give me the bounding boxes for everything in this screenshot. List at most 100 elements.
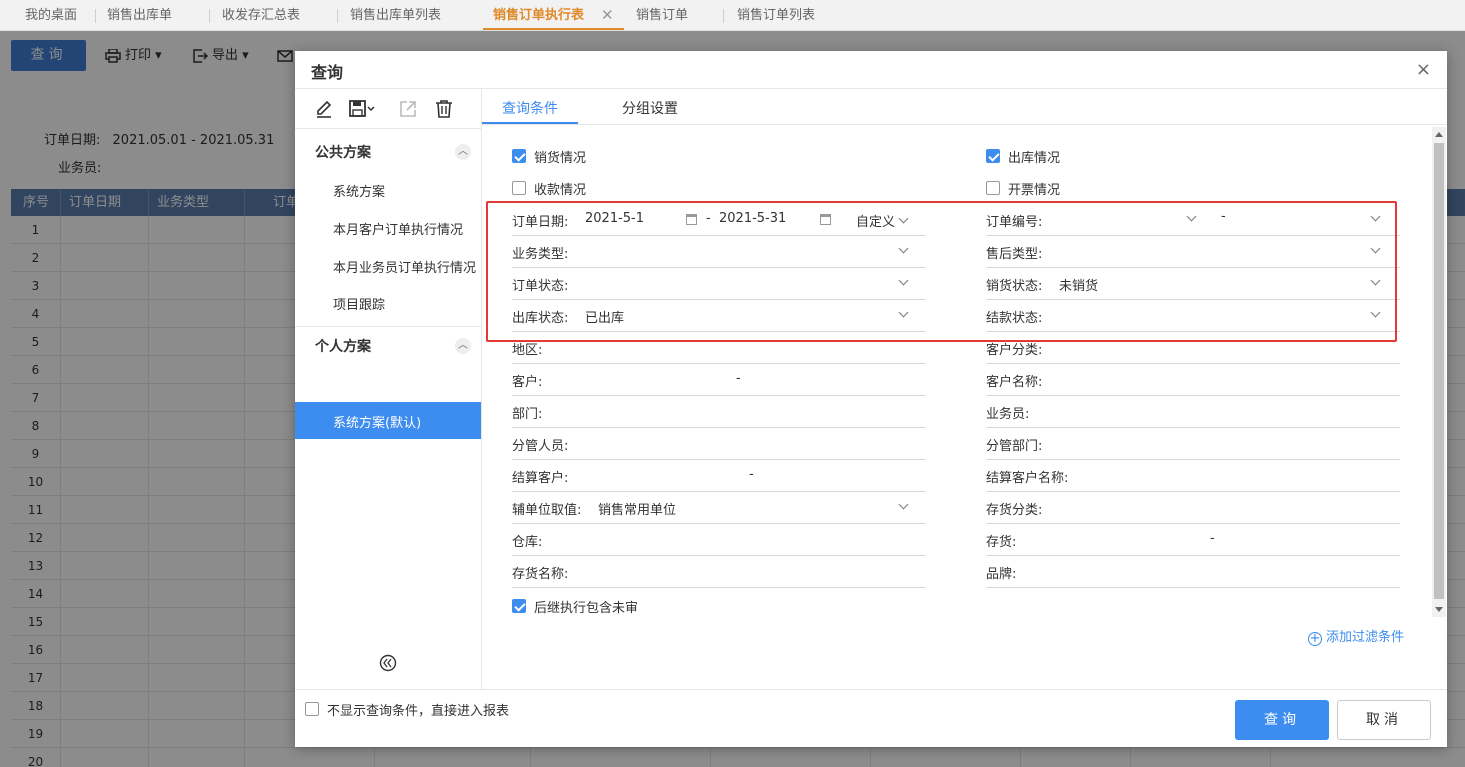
chevron-down-icon[interactable] xyxy=(898,307,909,318)
salesperson-label: 业务员: xyxy=(986,407,1030,422)
outbound-checkbox[interactable] xyxy=(986,149,1000,163)
trash-icon[interactable] xyxy=(433,98,455,120)
close-icon[interactable]: × xyxy=(1416,59,1431,80)
scheme-item[interactable]: 项目跟踪 xyxy=(333,294,385,313)
dialog-header: 查询 × xyxy=(295,51,1447,89)
settle-customer-name-field[interactable]: 结算客户名称: xyxy=(986,460,1400,492)
scrollbar[interactable] xyxy=(1432,127,1446,617)
aux-unit-field[interactable]: 辅单位取值: 销售常用单位 xyxy=(512,492,926,524)
chevron-down-icon[interactable] xyxy=(898,499,909,510)
tab-desktop[interactable]: 我的桌面 xyxy=(25,0,77,31)
tab-inventory-summary[interactable]: 收发存汇总表 xyxy=(222,0,300,31)
close-icon[interactable]: ✕ xyxy=(601,0,614,31)
tab-sales-order-execution[interactable]: 销售订单执行表 ✕ xyxy=(483,0,624,30)
salesperson-field[interactable]: 业务员: xyxy=(986,396,1400,428)
stock-name-label: 存货名称: xyxy=(512,567,569,582)
tab-query-conditions[interactable]: 查询条件 xyxy=(502,98,558,118)
plus-circle-icon: + xyxy=(1308,631,1322,646)
customer-name-field[interactable]: 客户名称: xyxy=(986,364,1400,396)
tab-sales-outbound-list[interactable]: 销售出库单列表 xyxy=(350,0,441,31)
chevron-up-icon[interactable]: ︿ xyxy=(455,338,471,354)
order-date-to-input[interactable]: 2021-5-31 xyxy=(719,211,786,226)
add-filter-button[interactable]: + 添加过滤条件 xyxy=(1308,626,1404,646)
date-range-dash: - xyxy=(706,211,711,226)
tab-separator xyxy=(95,9,96,23)
chevron-down-icon[interactable] xyxy=(1186,211,1197,222)
order-no-field: 订单编号: - xyxy=(986,204,1400,236)
calendar-icon[interactable] xyxy=(820,214,831,225)
conditions-panel: 查询条件 分组设置 销货情况 出库情况 收款情况 开票情况 订单日期: 2021… xyxy=(482,89,1447,689)
scrollbar-thumb[interactable] xyxy=(1434,143,1444,599)
order-status-label: 订单状态: xyxy=(512,279,569,294)
skip-conditions-checkbox[interactable] xyxy=(305,702,319,716)
department-field[interactable]: 部门: xyxy=(512,396,926,428)
receipts-checkbox[interactable] xyxy=(512,181,526,195)
sales-checkbox[interactable] xyxy=(512,149,526,163)
outbound-status-field[interactable]: 出库状态: 已出库 xyxy=(512,300,926,332)
order-status-field[interactable]: 订单状态: xyxy=(512,268,926,300)
scheme-item[interactable]: 本月业务员订单执行情况 xyxy=(333,257,476,276)
tab-sales-order-list[interactable]: 销售订单列表 xyxy=(737,0,815,31)
order-no-label: 订单编号: xyxy=(986,215,1043,230)
order-date-field: 订单日期: 2021-5-1 - 2021-5-31 自定义 xyxy=(512,204,926,236)
stock-label: 存货: xyxy=(986,535,1017,550)
chevron-down-icon[interactable] xyxy=(898,213,909,224)
order-date-from-input[interactable]: 2021-5-1 xyxy=(585,211,644,226)
brand-field[interactable]: 品牌: xyxy=(986,556,1400,588)
skip-conditions-label: 不显示查询条件，直接进入报表 xyxy=(327,704,510,719)
chevron-up-icon[interactable]: ︿ xyxy=(455,144,471,160)
calendar-icon[interactable] xyxy=(686,214,697,225)
chevron-down-icon[interactable] xyxy=(898,243,909,254)
dialog-title: 查询 xyxy=(311,63,344,82)
settle-customer-field[interactable]: 结算客户: - xyxy=(512,460,926,492)
collapse-left-icon[interactable] xyxy=(379,654,397,672)
stock-category-field[interactable]: 存货分类: xyxy=(986,492,1400,524)
include-unreviewed-checkbox[interactable] xyxy=(512,599,526,613)
scheme-item[interactable]: 本月客户订单执行情况 xyxy=(333,219,463,238)
divider xyxy=(295,326,481,327)
sales-status-field[interactable]: 销货状态: 未销货 xyxy=(986,268,1400,300)
share-icon[interactable] xyxy=(397,98,419,120)
include-unreviewed-label: 后继执行包含未审 xyxy=(534,601,639,616)
chevron-down-icon[interactable] xyxy=(1370,307,1381,318)
scheme-item[interactable]: 系统方案 xyxy=(333,181,385,200)
scroll-up-arrow[interactable] xyxy=(1435,132,1443,137)
active-tab-indicator xyxy=(482,122,578,124)
tab-grouping-settings[interactable]: 分组设置 xyxy=(622,98,678,118)
warehouse-field[interactable]: 仓库: xyxy=(512,524,926,556)
scheme-item-selected[interactable]: 系统方案(默认) xyxy=(295,402,481,439)
business-type-field[interactable]: 业务类型: xyxy=(512,236,926,268)
edit-icon[interactable] xyxy=(313,98,335,120)
customer-field[interactable]: 客户: - xyxy=(512,364,926,396)
business-type-label: 业务类型: xyxy=(512,247,569,262)
aux-unit-value: 销售常用单位 xyxy=(598,503,677,518)
aftersale-type-field[interactable]: 售后类型: xyxy=(986,236,1400,268)
range-dash: - xyxy=(1210,531,1215,546)
warehouse-label: 仓库: xyxy=(512,535,543,550)
invoice-checkbox[interactable] xyxy=(986,181,1000,195)
sales-status-value: 未销货 xyxy=(1059,279,1099,294)
customer-category-field[interactable]: 客户分类: xyxy=(986,332,1400,364)
tab-sales-order[interactable]: 销售订单 xyxy=(636,0,688,31)
manager-field[interactable]: 分管人员: xyxy=(512,428,926,460)
scheme-toolbar xyxy=(295,89,481,129)
scroll-down-arrow[interactable] xyxy=(1435,607,1443,612)
chevron-down-icon[interactable] xyxy=(1370,211,1381,222)
save-icon[interactable] xyxy=(347,98,377,120)
customer-name-label: 客户名称: xyxy=(986,375,1043,390)
manager-dept-field[interactable]: 分管部门: xyxy=(986,428,1400,460)
sales-status-label: 销货状态: xyxy=(986,279,1043,294)
query-submit-button[interactable]: 查询 xyxy=(1235,700,1329,740)
chevron-down-icon[interactable] xyxy=(1370,243,1381,254)
date-range-type-select[interactable]: 自定义 xyxy=(856,211,895,230)
scheme-panel: 公共方案 ︿ 系统方案 本月客户订单执行情况 本月业务员订单执行情况 项目跟踪 … xyxy=(295,89,482,689)
stock-name-field[interactable]: 存货名称: xyxy=(512,556,926,588)
chevron-down-icon[interactable] xyxy=(898,275,909,286)
query-dialog: 查询 × 公共方案 ︿ 系统方案 本月客户订单执行情况 本月业务员订单执行情况 … xyxy=(295,51,1447,747)
cancel-button[interactable]: 取消 xyxy=(1337,700,1431,740)
settle-status-field[interactable]: 结款状态: xyxy=(986,300,1400,332)
stock-field[interactable]: 存货: - xyxy=(986,524,1400,556)
chevron-down-icon[interactable] xyxy=(1370,275,1381,286)
region-field[interactable]: 地区: xyxy=(512,332,926,364)
tab-sales-outbound[interactable]: 销售出库单 xyxy=(107,0,172,31)
